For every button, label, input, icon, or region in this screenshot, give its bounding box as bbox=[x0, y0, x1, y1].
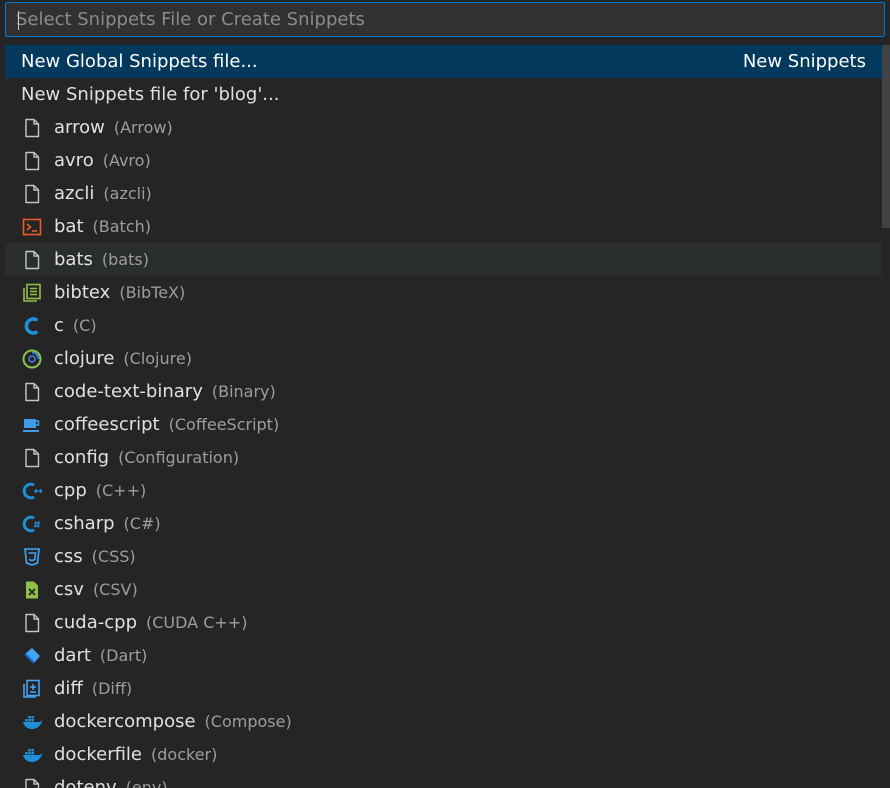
list-item-description: (Batch) bbox=[92, 217, 151, 236]
list-item-description: (Configuration) bbox=[118, 448, 240, 467]
list-item-dotenv[interactable]: dotenv (env) bbox=[5, 771, 882, 788]
list-item-label: arrow bbox=[54, 117, 105, 138]
list-item-label: coffeescript bbox=[54, 414, 160, 435]
list-item-label: avro bbox=[54, 150, 94, 171]
list-item-label: c bbox=[54, 315, 64, 336]
csharp-icon bbox=[21, 513, 43, 535]
list-item-description: (C++) bbox=[95, 481, 147, 500]
file-icon bbox=[21, 150, 43, 172]
list-item-description: (Clojure) bbox=[123, 349, 192, 368]
list-item-description: (docker) bbox=[151, 745, 218, 764]
list-item-code-text-binary[interactable]: code-text-binary (Binary) bbox=[5, 375, 882, 408]
search-input-box[interactable] bbox=[5, 2, 885, 37]
list-item-label: cpp bbox=[54, 480, 87, 501]
list-item-avro[interactable]: avro (Avro) bbox=[5, 144, 882, 177]
list-item-label: css bbox=[54, 546, 83, 567]
terminal-icon bbox=[21, 216, 43, 238]
csv-icon bbox=[21, 579, 43, 601]
file-icon bbox=[21, 777, 43, 788]
list-item-diff[interactable]: diff (Diff) bbox=[5, 672, 882, 705]
c-icon bbox=[21, 315, 43, 337]
list-item-label: dockerfile bbox=[54, 744, 143, 765]
list-item-config[interactable]: config (Configuration) bbox=[5, 441, 882, 474]
file-icon bbox=[21, 249, 43, 271]
list-item-label: azcli bbox=[54, 183, 95, 204]
list-item-label: cuda-cpp bbox=[54, 612, 138, 633]
list-item-description: (azcli) bbox=[103, 184, 152, 203]
text-caret bbox=[18, 11, 19, 30]
coffee-icon bbox=[21, 414, 43, 436]
file-icon bbox=[21, 183, 43, 205]
list-item-azcli[interactable]: azcli (azcli) bbox=[5, 177, 882, 210]
list-item-bat[interactable]: bat (Batch) bbox=[5, 210, 882, 243]
list-item-label: diff bbox=[54, 678, 83, 699]
list-item-bats[interactable]: bats (bats) bbox=[5, 243, 882, 276]
list-item-c[interactable]: c (C) bbox=[5, 309, 882, 342]
list-item-description: (env) bbox=[125, 778, 168, 788]
list-item-label: code-text-binary bbox=[54, 381, 203, 402]
cpp-icon bbox=[21, 480, 43, 502]
list-item-label: config bbox=[54, 447, 110, 468]
list-item-clojure[interactable]: clojure (Clojure) bbox=[5, 342, 882, 375]
list-item-label: dart bbox=[54, 645, 91, 666]
list-item-label: csv bbox=[54, 579, 84, 600]
new-workspace-snippets-item[interactable]: New Snippets file for 'blog'... bbox=[5, 78, 882, 111]
new-global-snippets-item[interactable]: New Global Snippets file... New Snippets bbox=[5, 45, 882, 78]
list-item-description: (CSS) bbox=[91, 547, 136, 566]
scrollbar-thumb[interactable] bbox=[882, 45, 890, 228]
list-item-description: (Binary) bbox=[211, 382, 276, 401]
list-item-description: (bats) bbox=[101, 250, 149, 269]
list-item-csharp[interactable]: csharp (C#) bbox=[5, 507, 882, 540]
list-item-css[interactable]: css (CSS) bbox=[5, 540, 882, 573]
list-item-description: (Arrow) bbox=[113, 118, 173, 137]
list-item-label: New Snippets file for 'blog'... bbox=[21, 84, 280, 105]
bibtex-icon bbox=[21, 282, 43, 304]
list-item-description: (C) bbox=[72, 316, 97, 335]
list-item-dockerfile[interactable]: dockerfile (docker) bbox=[5, 738, 882, 771]
quick-pick-widget: New Global Snippets file... New Snippets… bbox=[0, 0, 890, 788]
list-item-description: (C#) bbox=[123, 514, 161, 533]
list-item-description: (Diff) bbox=[91, 679, 133, 698]
file-icon bbox=[21, 381, 43, 403]
list-item-description: (CSV) bbox=[92, 580, 138, 599]
diff-icon bbox=[21, 678, 43, 700]
list-item-description: (Avro) bbox=[102, 151, 151, 170]
list-item-label: New Global Snippets file... bbox=[21, 51, 258, 72]
list-item-label: bat bbox=[54, 216, 84, 237]
clojure-icon bbox=[21, 348, 43, 370]
list-item-dart[interactable]: dart (Dart) bbox=[5, 639, 882, 672]
docker-icon bbox=[21, 711, 43, 733]
list-item-label: csharp bbox=[54, 513, 115, 534]
file-icon bbox=[21, 117, 43, 139]
list-item-label: clojure bbox=[54, 348, 115, 369]
file-icon bbox=[21, 447, 43, 469]
dart-icon bbox=[21, 645, 43, 667]
list-item-description: (CoffeeScript) bbox=[168, 415, 280, 434]
list-item-dockercompose[interactable]: dockercompose (Compose) bbox=[5, 705, 882, 738]
list-item-arrow[interactable]: arrow (Arrow) bbox=[5, 111, 882, 144]
list-item-description: (CUDA C++) bbox=[146, 613, 248, 632]
list-item-cuda-cpp[interactable]: cuda-cpp (CUDA C++) bbox=[5, 606, 882, 639]
list-item-cpp[interactable]: cpp (C++) bbox=[5, 474, 882, 507]
list-item-bibtex[interactable]: bibtex (BibTeX) bbox=[5, 276, 882, 309]
list-item-description: (BibTeX) bbox=[119, 283, 186, 302]
new-snippets-hint: New Snippets bbox=[742, 51, 866, 72]
list-item-label: dockercompose bbox=[54, 711, 196, 732]
docker-icon bbox=[21, 744, 43, 766]
list-item-label: dotenv bbox=[54, 777, 117, 788]
list-item-description: (Compose) bbox=[204, 712, 292, 731]
list-item-coffeescript[interactable]: coffeescript (CoffeeScript) bbox=[5, 408, 882, 441]
list-item-label: bats bbox=[54, 249, 93, 270]
snippets-list: New Global Snippets file... New Snippets… bbox=[5, 45, 882, 788]
list-item-csv[interactable]: csv (CSV) bbox=[5, 573, 882, 606]
list-item-description: (Dart) bbox=[99, 646, 148, 665]
search-input[interactable] bbox=[6, 3, 884, 36]
css-icon bbox=[21, 546, 43, 568]
list-item-label: bibtex bbox=[54, 282, 111, 303]
file-icon bbox=[21, 612, 43, 634]
